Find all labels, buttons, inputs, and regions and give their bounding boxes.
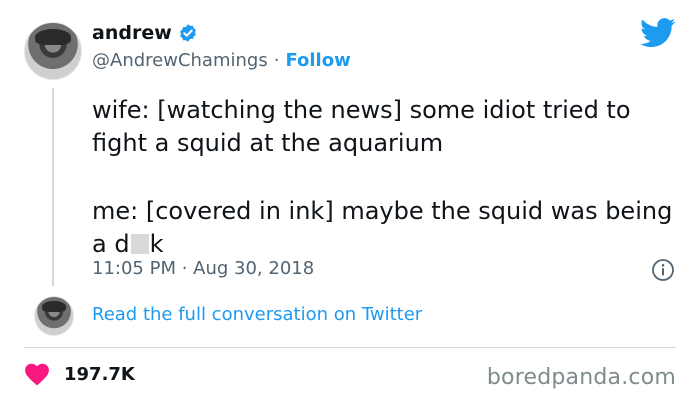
tweet-line-2-prefix: me: [covered in ink] maybe the squid was…	[92, 197, 673, 258]
like-count: 197.7K	[64, 363, 135, 385]
twitter-bird-icon[interactable]	[640, 18, 676, 48]
author-handle-row: @AndrewChamings · Follow	[92, 50, 351, 71]
separator-dot: ·	[273, 50, 280, 71]
follow-button[interactable]: Follow	[285, 50, 350, 71]
reply-avatar[interactable]	[34, 296, 74, 336]
like-section[interactable]: 197.7K	[24, 362, 135, 386]
censor-block	[130, 234, 149, 254]
tweet-timestamp[interactable]: 11:05 PM · Aug 30, 2018	[92, 258, 314, 279]
info-icon[interactable]	[651, 258, 675, 282]
read-conversation-link[interactable]: Read the full conversation on Twitter	[92, 304, 422, 325]
watermark: boredpanda.com	[486, 365, 676, 390]
tweet-line-1: wife: [watching the news] some idiot tri…	[92, 96, 631, 157]
author-name-row: andrew	[92, 22, 198, 44]
divider	[24, 347, 676, 348]
author-display-name[interactable]: andrew	[92, 22, 172, 44]
author-avatar[interactable]	[24, 22, 82, 80]
thread-line	[52, 88, 54, 286]
verified-badge-icon	[179, 24, 196, 42]
author-handle[interactable]: @AndrewChamings	[92, 50, 268, 71]
tweet-line-2-suffix: k	[149, 230, 164, 258]
heart-icon[interactable]	[24, 362, 50, 386]
tweet-line-2: me: [covered in ink] maybe the squid was…	[92, 195, 682, 261]
